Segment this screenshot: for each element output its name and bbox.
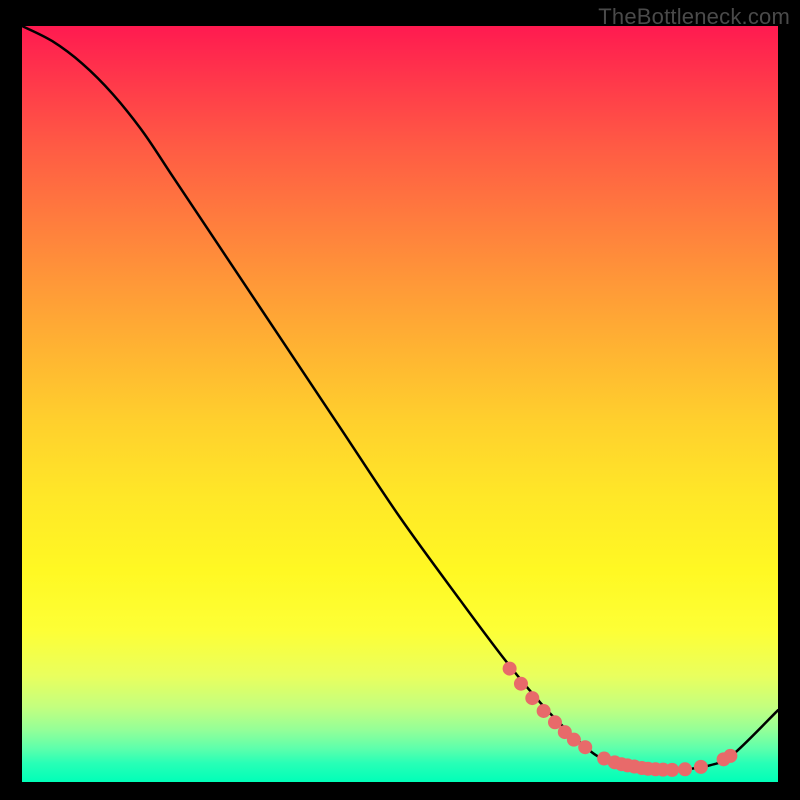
series-curve <box>22 26 778 770</box>
marker-dot <box>665 763 679 777</box>
marker-dot <box>723 749 737 763</box>
marker-dot <box>678 762 692 776</box>
marker-dot <box>503 662 517 676</box>
marker-dot <box>694 760 708 774</box>
chart-svg <box>22 26 778 782</box>
marker-dot <box>525 691 539 705</box>
series-markers <box>503 662 738 777</box>
marker-dot <box>578 740 592 754</box>
marker-dot <box>514 677 528 691</box>
marker-dot <box>537 704 551 718</box>
plot-area <box>22 26 778 782</box>
